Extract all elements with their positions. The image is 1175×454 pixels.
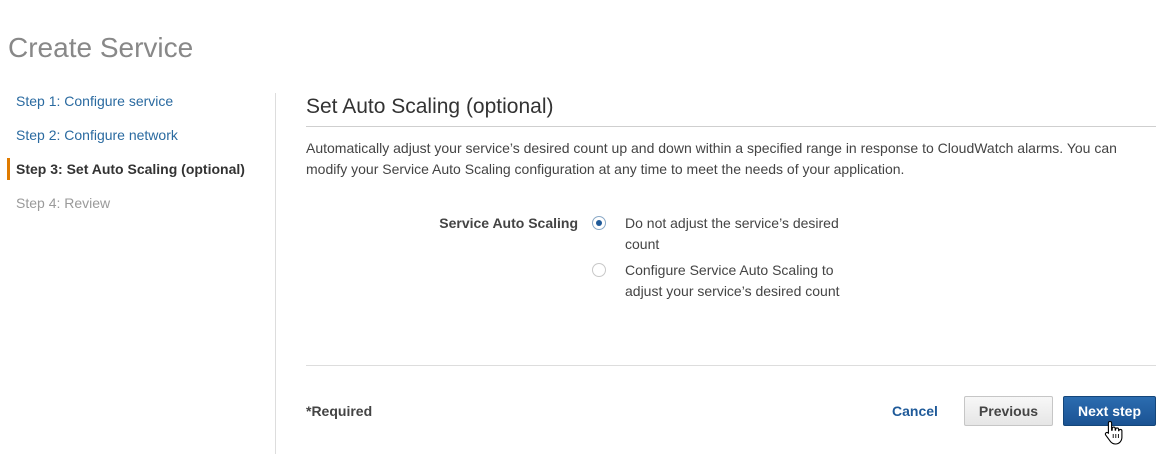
hand-pointer-icon bbox=[1104, 420, 1123, 445]
step-set-auto-scaling: Step 3: Set Auto Scaling (optional) bbox=[7, 158, 272, 192]
step-configure-network[interactable]: Step 2: Configure network bbox=[7, 124, 272, 158]
step-label: Step 4: Review bbox=[16, 195, 111, 211]
step-configure-service[interactable]: Step 1: Configure service bbox=[7, 90, 272, 124]
radio-button-unchecked[interactable] bbox=[592, 263, 606, 277]
footer-divider bbox=[306, 365, 1156, 366]
radio-label: Configure Service Auto Scaling to adjust… bbox=[625, 262, 840, 299]
sidebar-divider bbox=[275, 93, 276, 454]
auto-scaling-label: Service Auto Scaling bbox=[439, 215, 578, 231]
wizard-steps-nav: Step 1: Configure service Step 2: Config… bbox=[7, 90, 272, 226]
radio-button-checked[interactable] bbox=[592, 216, 606, 230]
radio-do-not-adjust[interactable]: Do not adjust the service’s desired coun… bbox=[592, 213, 852, 255]
main-content: Set Auto Scaling (optional) Automaticall… bbox=[306, 93, 1156, 299]
previous-button[interactable]: Previous bbox=[964, 396, 1053, 426]
step-review: Step 4: Review bbox=[7, 192, 272, 226]
radio-label: Do not adjust the service’s desired coun… bbox=[625, 215, 839, 252]
cancel-button[interactable]: Cancel bbox=[884, 402, 946, 420]
radio-configure-auto-scaling[interactable]: Configure Service Auto Scaling to adjust… bbox=[592, 260, 852, 302]
create-service-page: Create Service Step 1: Configure service… bbox=[0, 0, 1175, 454]
step-label: Step 2: Configure network bbox=[16, 127, 178, 143]
step-label: Step 3: Set Auto Scaling (optional) bbox=[16, 161, 245, 177]
page-title: Create Service bbox=[8, 32, 194, 63]
required-note: *Required bbox=[306, 403, 373, 419]
step-label: Step 1: Configure service bbox=[16, 93, 174, 109]
section-description: Automatically adjust your service’s desi… bbox=[306, 140, 1117, 177]
section-title: Set Auto Scaling (optional) bbox=[306, 93, 1156, 127]
